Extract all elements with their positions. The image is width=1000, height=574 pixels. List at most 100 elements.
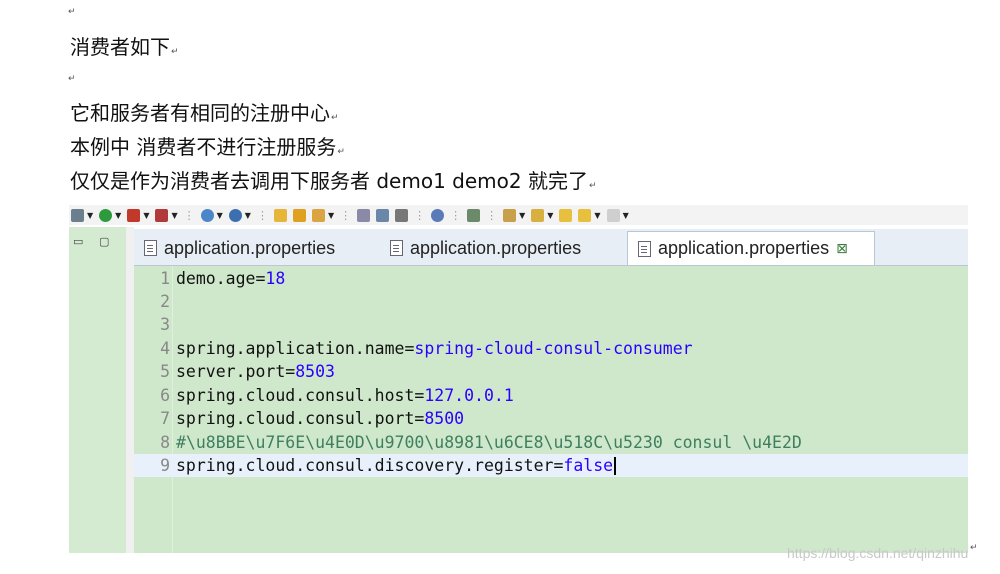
code-text: #\u8BBE\u7F6E\u4E0D\u9700\u8981\u6CE8\u5… — [172, 433, 802, 452]
doc-line-text: 它和服务者有相同的注册中心 — [70, 101, 330, 125]
property-value: 8500 — [424, 409, 465, 428]
code-text: server.port=8503 — [172, 362, 335, 381]
toolbar-separator: ⋮ — [414, 208, 426, 222]
line-number: 6 — [160, 386, 170, 405]
chevron-down-icon[interactable]: ▼ — [328, 211, 334, 220]
doc-line-text: 消费者如下 — [70, 35, 170, 59]
up-arrow-icon[interactable] — [531, 208, 545, 222]
tab-label: application.properties — [658, 238, 830, 258]
chevron-down-icon[interactable]: ▼ — [547, 211, 553, 220]
doc-line: 仅仅是作为消费者去调用下服务者 demo1 demo2 就完了↵ — [70, 165, 597, 194]
code-line[interactable]: 2 — [134, 290, 968, 313]
line-number: 2 — [160, 292, 170, 311]
code-text: spring.cloud.consul.discovery.register=f… — [172, 456, 616, 476]
tab-application-properties[interactable]: application.properties — [134, 231, 374, 265]
back-history-icon[interactable] — [578, 208, 592, 222]
chevron-down-icon[interactable]: ▼ — [87, 211, 93, 220]
back-icon[interactable] — [559, 208, 573, 222]
doc-line-text: 仅仅是作为消费者去调用下服务者 demo1 demo2 就完了 — [70, 169, 588, 193]
doc-line: 消费者如下↵ — [70, 31, 179, 60]
code-line[interactable]: 7 spring.cloud.consul.port=8500 — [134, 407, 968, 430]
file-icon — [638, 240, 651, 257]
server-icon[interactable] — [155, 208, 169, 222]
property-value: 18 — [265, 269, 286, 288]
folder-icon[interactable] — [292, 208, 306, 222]
paragraph-mark: ↵ — [588, 181, 597, 191]
paragraph-mark: ↵ — [970, 543, 978, 553]
line-number: 4 — [160, 339, 170, 358]
property-value: 127.0.0.1 — [424, 386, 514, 405]
code-line[interactable]: 6 spring.cloud.consul.host=127.0.0.1 — [134, 384, 968, 407]
debug-icon[interactable] — [71, 208, 84, 222]
property-key: spring.cloud.consul.port= — [176, 409, 425, 428]
watermark: https://blog.csdn.net/qinzhihu — [787, 545, 969, 561]
tab-application-properties[interactable]: application.properties — [380, 231, 620, 265]
maximize-icon[interactable]: ▢ — [99, 235, 109, 248]
property-value: spring-cloud-consul-consumer — [414, 339, 693, 358]
pen-icon[interactable] — [311, 208, 325, 222]
code-line[interactable]: 4 spring.application.name=spring-cloud-c… — [134, 337, 968, 360]
toolbar-separator: ⋮ — [340, 208, 352, 222]
paragraph-mark: ↵ — [331, 113, 339, 123]
chevron-down-icon[interactable]: ▼ — [623, 211, 629, 220]
chevron-down-icon[interactable]: ▼ — [594, 211, 600, 220]
property-key: demo.age= — [176, 269, 266, 288]
line-number: 7 — [160, 409, 170, 428]
tab-label: application.properties — [410, 237, 582, 258]
toolbar-separator: ⋮ — [256, 208, 268, 222]
paragraph-mark: ↵ — [68, 7, 76, 17]
file-icon — [144, 240, 157, 256]
code-line[interactable]: 1 demo.age=18 — [134, 267, 968, 290]
code-line-current[interactable]: 9 spring.cloud.consul.discovery.register… — [134, 454, 968, 477]
code-text: spring.cloud.consul.port=8500 — [172, 409, 464, 428]
tab-label: application.properties — [164, 237, 336, 258]
code-line[interactable]: 5 server.port=8503 — [134, 360, 968, 383]
code-line[interactable]: 3 — [134, 313, 968, 336]
file-icon — [390, 240, 403, 256]
property-key: server.port= — [176, 362, 296, 381]
close-icon[interactable]: ⊠ — [836, 240, 848, 257]
ide-screenshot: ▼ ▼ ▼ ▼ ⋮ ▼ ▼ ⋮ ▼ ⋮ ⋮ ⋮ ⋮ ▼ ▼ ▼ ▼ ▭ ▢ ap… — [69, 205, 968, 553]
line-number: 9 — [160, 456, 170, 475]
chevron-down-icon[interactable]: ▼ — [217, 211, 223, 220]
window-icon[interactable] — [357, 208, 371, 222]
paragraph-mark: ↵ — [337, 147, 345, 157]
open-folder-icon[interactable] — [273, 208, 287, 222]
line-number: 1 — [160, 269, 170, 288]
globe-icon[interactable] — [200, 208, 214, 222]
code-line[interactable]: 8 #\u8BBE\u7F6E\u4E0D\u9700\u8981\u6CE8\… — [134, 431, 968, 454]
line-number: 5 — [160, 362, 170, 381]
property-key: spring.cloud.consul.host= — [176, 386, 425, 405]
forward-icon[interactable] — [606, 208, 620, 222]
task-icon[interactable] — [503, 208, 517, 222]
minimize-icon[interactable]: ▭ — [73, 235, 83, 248]
toolbar-separator: ⋮ — [450, 208, 462, 222]
doc-line: 它和服务者有相同的注册中心↵ — [70, 97, 339, 126]
pin-icon[interactable] — [467, 208, 481, 222]
chevron-down-icon[interactable]: ▼ — [519, 211, 525, 220]
run-icon[interactable] — [99, 208, 113, 222]
toolbar-separator: ⋮ — [183, 208, 195, 222]
code-text: spring.cloud.consul.host=127.0.0.1 — [172, 386, 514, 405]
tab-application-properties-active[interactable]: application.properties ⊠ — [627, 231, 875, 265]
left-pane: ▭ ▢ — [69, 227, 126, 553]
chevron-down-icon[interactable]: ▼ — [115, 211, 121, 220]
pause-icon[interactable] — [395, 208, 409, 222]
line-number: 8 — [160, 433, 170, 452]
code-text: demo.age=18 — [172, 269, 285, 288]
chevron-down-icon[interactable]: ▼ — [171, 211, 177, 220]
ide-toolbar: ▼ ▼ ▼ ▼ ⋮ ▼ ▼ ⋮ ▼ ⋮ ⋮ ⋮ ⋮ ▼ ▼ ▼ ▼ — [69, 205, 968, 225]
chevron-down-icon[interactable]: ▼ — [245, 211, 251, 220]
paragraph-mark: ↵ — [171, 47, 179, 57]
sync-icon[interactable] — [228, 208, 242, 222]
pane-divider[interactable] — [126, 227, 134, 553]
target-icon[interactable] — [431, 208, 445, 222]
external-tools-icon[interactable] — [127, 208, 141, 222]
code-editor[interactable]: 1 demo.age=18 2 3 4 spring.application.n… — [134, 266, 968, 553]
comment-text: #\u8BBE\u7F6E\u4E0D\u9700\u8981\u6CE8\u5… — [176, 433, 802, 452]
console-icon[interactable] — [376, 208, 390, 222]
editor-tab-bar: application.properties application.prope… — [134, 229, 968, 266]
chevron-down-icon[interactable]: ▼ — [143, 211, 149, 220]
property-key: spring.application.name= — [176, 339, 415, 358]
code-text: spring.application.name=spring-cloud-con… — [172, 339, 693, 358]
